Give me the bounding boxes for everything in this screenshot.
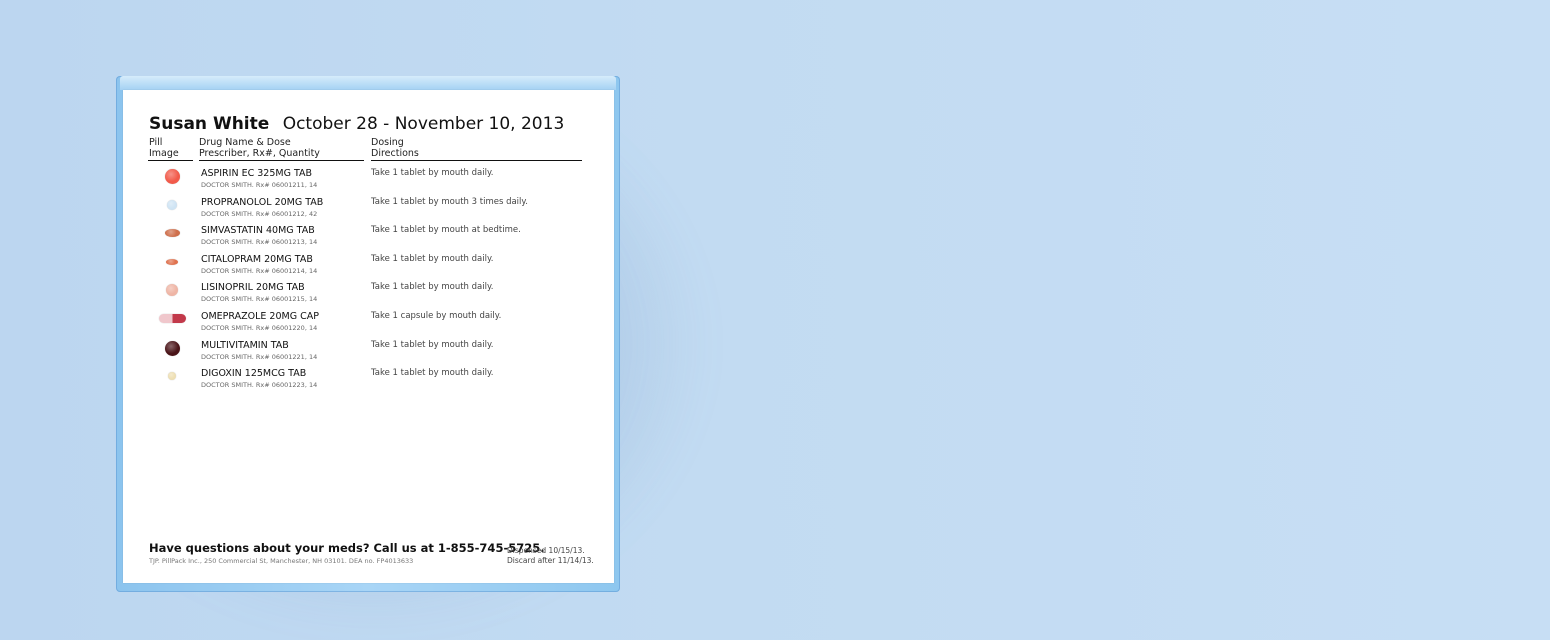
pill-image bbox=[166, 284, 178, 297]
prescriber-info: DOCTOR SMITH. Rx# 06001223, 14 bbox=[201, 381, 318, 390]
drug-name: MULTIVITAMIN TAB bbox=[201, 339, 289, 351]
pill-image bbox=[158, 314, 186, 323]
med-row: LISINOPRIL 20MG TAB DOCTOR SMITH. Rx# 060… bbox=[123, 282, 614, 310]
prescriber-info: DOCTOR SMITH. Rx# 06001211, 14 bbox=[201, 181, 318, 189]
prescriber-info: DOCTOR SMITH. Rx# 06001221, 14 bbox=[201, 352, 318, 361]
column-label: Drug Name & Dose bbox=[199, 137, 291, 148]
drug-name: ASPIRIN EC 325MG TAB bbox=[201, 168, 313, 179]
column-label: Prescriber, Rx#, Quantity bbox=[199, 148, 320, 159]
column-rule bbox=[371, 160, 582, 161]
column-pill-image: Pill Image bbox=[149, 137, 179, 159]
prescriber-info: DOCTOR SMITH. Rx# 06001220, 14 bbox=[201, 324, 318, 332]
dosing-directions: Take 1 tablet by mouth at bedtime. bbox=[371, 225, 521, 236]
med-row: OMEPRAZOLE 20MG CAP DOCTOR SMITH. Rx# 060… bbox=[123, 311, 614, 339]
column-label: Pill bbox=[149, 137, 163, 148]
medication-label: Susan White October 28 - November 10, 20… bbox=[123, 90, 614, 583]
prescriber-info: DOCTOR SMITH. Rx# 06001212, 42 bbox=[201, 209, 318, 218]
date-range: October 28 - November 10, 2013 bbox=[282, 114, 565, 134]
column-drug-name: Drug Name & Dose Prescriber, Rx#, Quanti… bbox=[199, 137, 320, 159]
med-row: PROPRANOLOL 20MG TAB DOCTOR SMITH. Rx# 06… bbox=[123, 197, 614, 225]
dosing-directions: Take 1 tablet by mouth daily. bbox=[371, 339, 494, 350]
pill-image bbox=[167, 199, 177, 210]
drug-name: LISINOPRIL 20MG TAB bbox=[201, 282, 305, 294]
label-header: Susan White October 28 - November 10, 20… bbox=[149, 114, 564, 134]
pill-image bbox=[166, 258, 178, 265]
med-row: ASPIRIN EC 325MG TAB DOCTOR SMITH. Rx# 06… bbox=[123, 168, 614, 196]
dosing-directions: Take 1 tablet by mouth daily. bbox=[371, 168, 494, 178]
pill-image bbox=[164, 169, 180, 184]
column-rule bbox=[148, 160, 193, 161]
column-label: Image bbox=[149, 148, 179, 159]
dosing-directions: Take 1 tablet by mouth 3 times daily. bbox=[371, 196, 528, 207]
med-row: MULTIVITAMIN TAB DOCTOR SMITH. Rx# 060012… bbox=[123, 340, 614, 368]
med-row: SIMVASTATIN 40MG TAB DOCTOR SMITH. Rx# 06… bbox=[123, 225, 614, 253]
prescriber-info: DOCTOR SMITH. Rx# 06001213, 14 bbox=[201, 238, 318, 247]
dispensed-date: Dispensed 10/15/13. bbox=[507, 546, 585, 555]
questions-text: Have questions about your meds? Call us … bbox=[149, 541, 545, 555]
column-label: Dosing bbox=[371, 137, 404, 148]
drug-name: OMEPRAZOLE 20MG CAP bbox=[201, 311, 319, 322]
drug-name: SIMVASTATIN 40MG TAB bbox=[201, 225, 315, 237]
drug-name: PROPRANOLOL 20MG TAB bbox=[201, 196, 324, 208]
column-label: Directions bbox=[371, 148, 419, 159]
pill-image bbox=[168, 372, 176, 381]
drug-name: CITALOPRAM 20MG TAB bbox=[201, 253, 313, 265]
pharmacy-address: TJP. PillPack Inc., 250 Commercial St, M… bbox=[149, 557, 414, 565]
dosing-directions: Take 1 tablet by mouth daily. bbox=[371, 253, 494, 264]
dosing-directions: Take 1 tablet by mouth daily. bbox=[371, 282, 494, 293]
dosing-directions: Take 1 capsule by mouth daily. bbox=[371, 311, 502, 321]
patient-name: Susan White bbox=[149, 114, 270, 134]
prescriber-info: DOCTOR SMITH. Rx# 06001215, 14 bbox=[201, 295, 318, 304]
column-rule bbox=[199, 160, 364, 161]
drug-name: DIGOXIN 125MCG TAB bbox=[201, 368, 307, 380]
pill-image bbox=[164, 340, 180, 356]
column-dosing: Dosing Directions bbox=[371, 137, 419, 159]
discard-date: Discard after 11/14/13. bbox=[507, 556, 594, 565]
med-row: CITALOPRAM 20MG TAB DOCTOR SMITH. Rx# 060… bbox=[123, 254, 614, 282]
med-row: DIGOXIN 125MCG TAB DOCTOR SMITH. Rx# 0600… bbox=[123, 368, 614, 396]
prescriber-info: DOCTOR SMITH. Rx# 06001214, 14 bbox=[201, 266, 318, 275]
box-lid bbox=[120, 76, 616, 90]
dispense-info: Dispensed 10/15/13. Discard after 11/14/… bbox=[507, 546, 594, 566]
pill-image bbox=[164, 229, 180, 238]
dosing-directions: Take 1 tablet by mouth daily. bbox=[371, 368, 494, 379]
